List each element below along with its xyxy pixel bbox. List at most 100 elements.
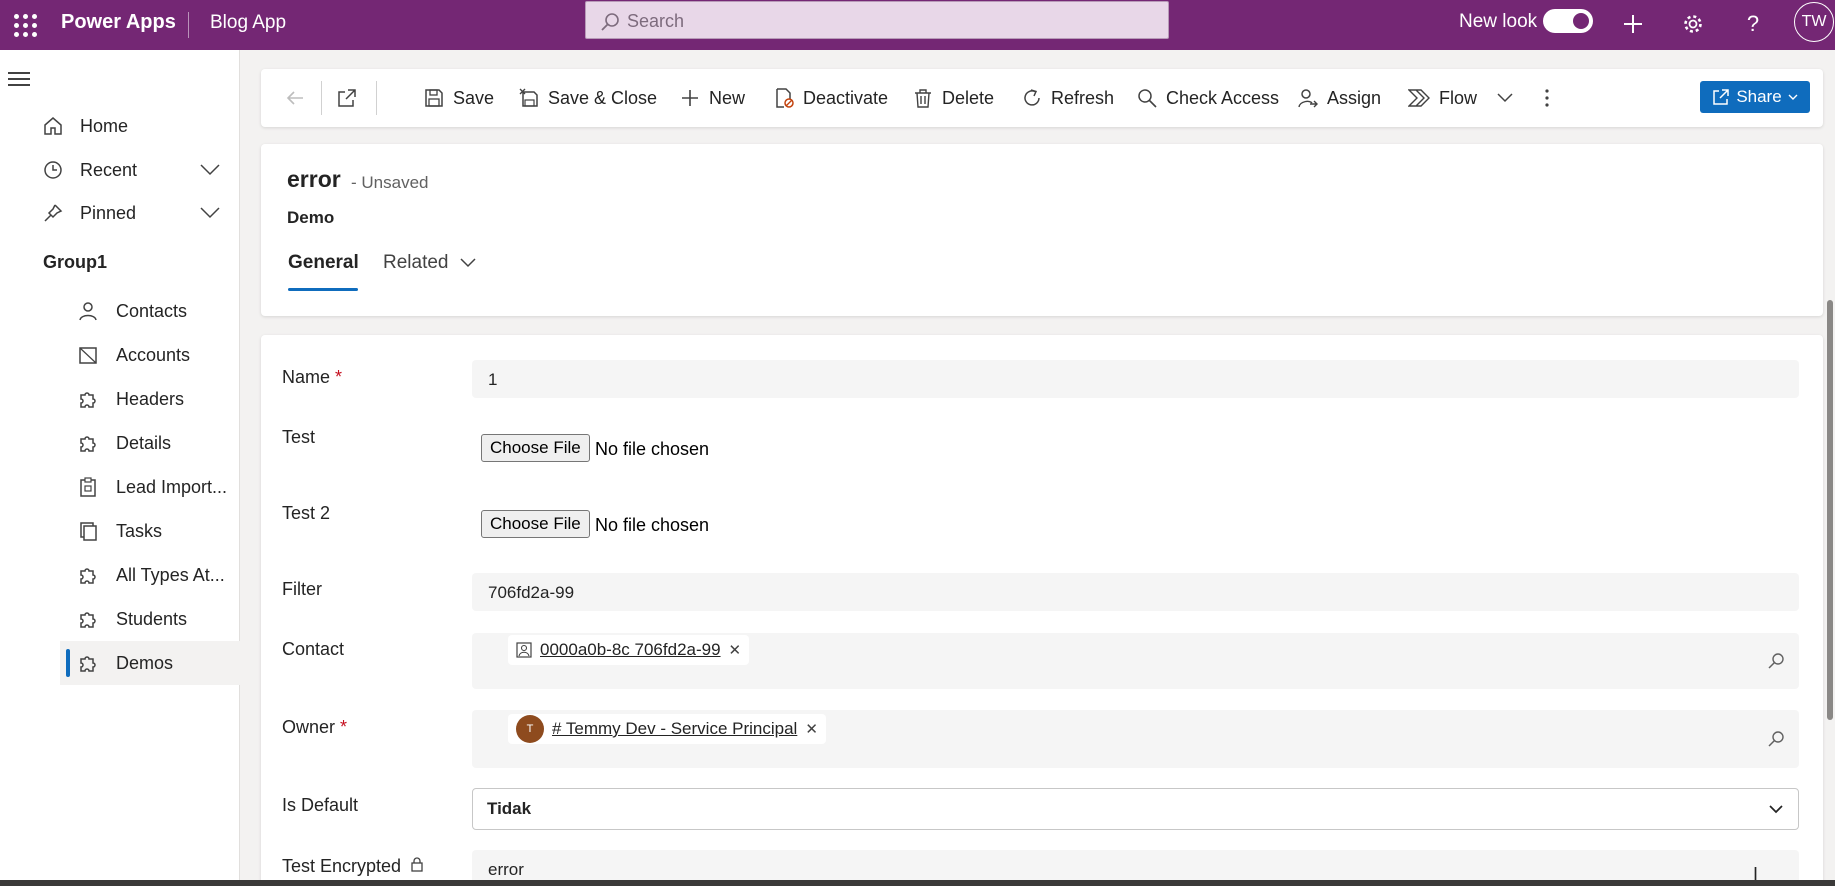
tab-related-label: Related [383,252,449,273]
chevron-down-icon[interactable] [200,160,220,181]
pin-icon [41,201,65,225]
plus-icon [682,90,698,106]
check-access-button[interactable]: Check Access [1137,85,1279,111]
sidebar-item-label: Lead Import... [116,476,228,497]
delete-button[interactable]: Delete [913,85,994,111]
user-avatar[interactable]: TW [1794,2,1834,42]
close-icon[interactable]: ✕ [729,641,742,659]
assign-label: Assign [1327,87,1382,108]
page-scrollbar[interactable] [1827,300,1833,720]
sidebar-item-label: Contacts [116,300,188,321]
sidebar-item-label: Recent [80,159,138,180]
record-save-status: - Unsaved [351,173,429,192]
owner-link[interactable]: # Temmy Dev - Service Principal [552,719,797,739]
sidebar-item-details[interactable]: Details [60,421,240,465]
sidebar-item-home[interactable]: Home [0,104,240,148]
flow-button[interactable]: Flow [1408,85,1477,111]
sidebar-item-label: Home [80,115,129,136]
save-button[interactable]: Save [424,85,494,111]
gear-icon[interactable] [1677,8,1709,40]
sidebar-item-recent[interactable]: Recent [0,148,240,192]
search-icon[interactable] [1767,730,1785,748]
sidebar-item-headers[interactable]: Headers [60,377,240,421]
share-button[interactable]: Share [1700,81,1810,113]
choose-file-button[interactable]: Choose File [481,434,590,462]
sidebar-item-all-types[interactable]: All Types At... [60,553,240,597]
sidebar-item-label: Demos [116,652,174,673]
sidebar-item-lead-import[interactable]: Lead Import... [60,465,240,509]
chevron-down-icon[interactable] [200,203,220,224]
sidebar-item-accounts[interactable]: Accounts [60,333,240,377]
name-field[interactable]: 1 [472,360,1799,398]
clipboard-icon [76,475,100,499]
filter-value: 706fd2a-99 [488,583,575,602]
contact-lookup[interactable]: 0000a0b-8c 706fd2a-99 ✕ [472,633,1799,689]
open-in-new-window-button[interactable] [337,85,357,111]
new-label: New [709,87,746,108]
puzzle-icon [76,607,100,631]
new-look-label: New look [1459,11,1538,32]
puzzle-icon [76,387,100,411]
refresh-button[interactable]: Refresh [1022,85,1114,111]
delete-label: Delete [942,87,995,108]
choose-file-button[interactable]: Choose File [481,510,590,538]
new-button[interactable]: New [680,85,745,111]
more-commands-chevron[interactable] [1497,85,1513,111]
form-section: Name * 1 Test Choose File No file chosen… [261,335,1823,886]
home-icon [41,114,65,138]
is-default-select[interactable]: Tidak [472,788,1799,830]
divider [376,81,377,115]
sidebar-item-label: Pinned [80,202,137,223]
search-placeholder: Search [627,11,685,31]
popout-icon [338,89,356,107]
deactivate-label: Deactivate [803,87,889,108]
share-icon [1713,89,1730,105]
brand-name[interactable]: Power Apps [61,11,176,34]
arrow-left-icon [286,91,303,105]
required-mark: * [335,367,343,387]
contact-link[interactable]: 0000a0b-8c 706fd2a-99 [540,640,721,660]
trash-icon [915,89,931,108]
save-label: Save [453,87,495,108]
required-mark: * [340,717,348,737]
plus-icon[interactable] [1617,8,1649,40]
sidebar-item-label: Accounts [116,344,191,365]
deactivate-button[interactable]: Deactivate [774,85,888,111]
back-button[interactable] [285,85,305,111]
sidebar-item-students[interactable]: Students [60,597,240,641]
flow-label: Flow [1439,87,1478,108]
app-launcher-icon[interactable] [8,8,42,42]
key-search-icon [1138,89,1157,108]
sidebar-item-label: Details [116,432,172,453]
name-value: 1 [488,370,498,389]
contact-chip[interactable]: 0000a0b-8c 706fd2a-99 ✕ [508,635,750,665]
app-name[interactable]: Blog App [210,12,286,34]
field-label-is-default: Is Default [282,795,359,815]
hamburger-icon[interactable] [8,68,30,90]
test-encrypted-value: error [488,860,524,879]
filter-field[interactable]: 706fd2a-99 [472,573,1799,611]
tab-related[interactable]: Related [383,252,476,274]
no-file-text: No file chosen [595,515,710,535]
assign-button[interactable]: Assign [1298,85,1381,111]
sidebar-item-contacts[interactable]: Contacts [60,289,240,333]
sidebar-item-pinned[interactable]: Pinned [0,191,240,235]
new-look-toggle[interactable] [1543,9,1593,33]
close-icon[interactable]: ✕ [805,720,818,738]
sidebar-item-demos[interactable]: Demos [60,641,240,685]
help-icon[interactable]: ? [1737,8,1769,40]
chevron-down-icon [1788,94,1798,100]
overflow-button[interactable] [1544,85,1550,111]
sidebar-item-label: Headers [116,388,185,409]
flow-icon [1408,89,1430,107]
owner-chip[interactable]: T # Temmy Dev - Service Principal ✕ [508,714,826,744]
chevron-down-icon [460,258,476,268]
owner-lookup[interactable]: T # Temmy Dev - Service Principal ✕ [472,710,1799,768]
tab-general[interactable]: General [288,252,359,274]
search-input[interactable]: Search [585,1,1169,39]
refresh-icon [1024,89,1040,106]
search-icon[interactable] [1767,652,1785,670]
field-label-contact: Contact [282,639,345,659]
sidebar-item-tasks[interactable]: Tasks [60,509,240,553]
save-close-button[interactable]: Save & Close [519,85,657,111]
